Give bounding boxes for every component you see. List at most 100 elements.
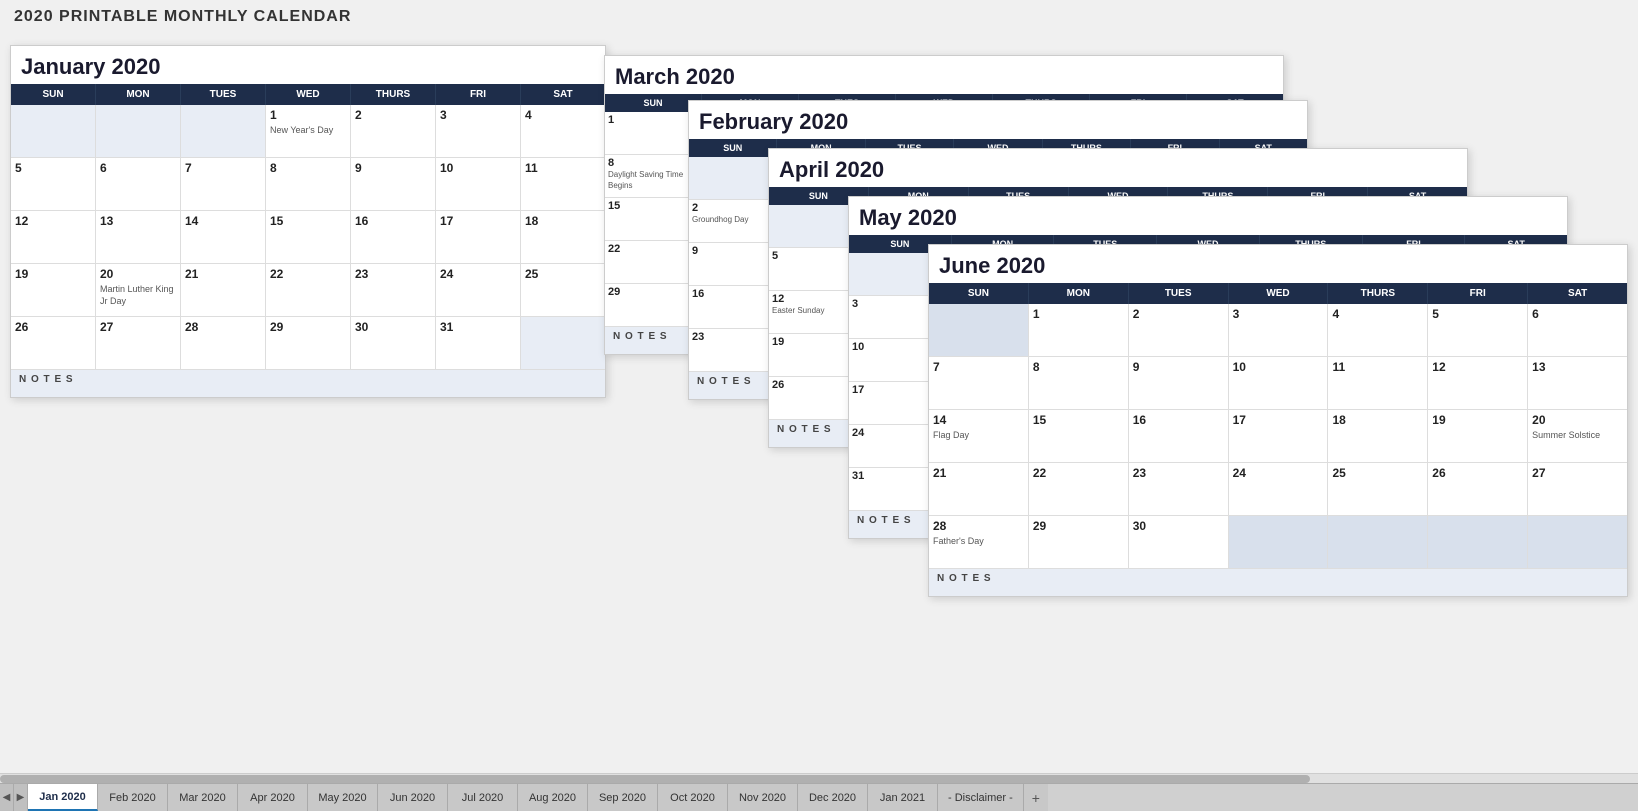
jan-title: January 2020 [11, 46, 605, 84]
jan-notes: N O T E S [11, 369, 605, 397]
list-item: 12 [11, 211, 96, 263]
list-item: 11 [1328, 357, 1428, 409]
tab-oct-2020[interactable]: Oct 2020 [658, 784, 728, 811]
list-item: 16 [1129, 410, 1229, 462]
list-item [11, 105, 96, 157]
list-item: 25 [1328, 463, 1428, 515]
jun-sat: SAT [1528, 283, 1627, 304]
jan-header: SUN MON TUES WED THURS FRI SAT [11, 84, 605, 105]
tab-dec-2020[interactable]: Dec 2020 [798, 784, 868, 811]
list-item: 9 [351, 158, 436, 210]
tab-may-2020[interactable]: May 2020 [308, 784, 378, 811]
jun-wed: WED [1229, 283, 1329, 304]
list-item [181, 105, 266, 157]
table-row: 19 20Martin Luther King Jr Day 21 22 23 … [11, 264, 605, 317]
tab-jul-2020[interactable]: Jul 2020 [448, 784, 518, 811]
jun-thu: THURS [1328, 283, 1428, 304]
list-item: 22 [1029, 463, 1129, 515]
table-row: 12 13 14 15 16 17 18 [11, 211, 605, 264]
tab-sep-2020[interactable]: Sep 2020 [588, 784, 658, 811]
list-item: 17 [1229, 410, 1329, 462]
tab-jan-2020[interactable]: Jan 2020 [28, 784, 98, 811]
list-item: 1 [1029, 304, 1129, 356]
tab-jun-2020[interactable]: Jun 2020 [378, 784, 448, 811]
list-item: 15 [266, 211, 351, 263]
june-calendar: June 2020 SUN MON TUES WED THURS FRI SAT… [928, 244, 1628, 597]
table-row: 1 2 3 4 5 6 [929, 304, 1627, 357]
jun-tue: TUES [1129, 283, 1229, 304]
feb-sun: SUN [689, 139, 777, 157]
tab-feb-2020[interactable]: Feb 2020 [98, 784, 168, 811]
scrollbar-thumb[interactable] [0, 775, 1310, 783]
list-item: 9 [1129, 357, 1229, 409]
list-item: 24 [1229, 463, 1329, 515]
list-item: 6 [1528, 304, 1627, 356]
list-item: 26 [11, 317, 96, 369]
list-item: 14 [181, 211, 266, 263]
january-calendar: January 2020 SUN MON TUES WED THURS FRI … [10, 45, 606, 398]
feb-title: February 2020 [689, 101, 1307, 139]
list-item: 29 [266, 317, 351, 369]
list-item [1328, 516, 1428, 568]
list-item: 20Martin Luther King Jr Day [96, 264, 181, 316]
list-item: 3 [436, 105, 521, 157]
table-row: 7 8 9 10 11 12 13 [929, 357, 1627, 410]
list-item: 6 [96, 158, 181, 210]
list-item: 20Summer Solstice [1528, 410, 1627, 462]
list-item: 10 [1229, 357, 1329, 409]
tab-bar: ◀ ▶ Jan 2020 Feb 2020 Mar 2020 Apr 2020 … [0, 783, 1638, 811]
list-item: 24 [436, 264, 521, 316]
jun-fri: FRI [1428, 283, 1528, 304]
list-item: 26 [1428, 463, 1528, 515]
table-row: 28Father's Day 29 30 [929, 516, 1627, 568]
table-row: 21 22 23 24 25 26 27 [929, 463, 1627, 516]
jan-fri: FRI [436, 84, 521, 105]
jan-body: 1New Year's Day 2 3 4 5 6 7 8 9 10 11 12… [11, 105, 605, 369]
jan-tue: TUES [181, 84, 266, 105]
tab-apr-2020[interactable]: Apr 2020 [238, 784, 308, 811]
list-item: 14Flag Day [929, 410, 1029, 462]
horizontal-scrollbar[interactable] [0, 773, 1638, 783]
tab-add-button[interactable]: + [1024, 784, 1048, 811]
may-title: May 2020 [849, 197, 1567, 235]
list-item: 15 [1029, 410, 1129, 462]
jun-mon: MON [1029, 283, 1129, 304]
list-item [521, 317, 605, 369]
tab-disclaimer[interactable]: - Disclaimer - [938, 784, 1024, 811]
jan-wed: WED [266, 84, 351, 105]
list-item: 11 [521, 158, 605, 210]
tab-scroll-left[interactable]: ◀ [0, 784, 14, 811]
tab-scroll-right[interactable]: ▶ [14, 784, 28, 811]
list-item: 13 [96, 211, 181, 263]
list-item: 7 [929, 357, 1029, 409]
list-item: 23 [351, 264, 436, 316]
jun-title: June 2020 [929, 245, 1627, 283]
list-item [1528, 516, 1627, 568]
tab-mar-2020[interactable]: Mar 2020 [168, 784, 238, 811]
list-item: 10 [436, 158, 521, 210]
list-item: 2 [1129, 304, 1229, 356]
list-item [929, 304, 1029, 356]
list-item: 23 [1129, 463, 1229, 515]
list-item: 5 [1428, 304, 1528, 356]
list-item: 7 [181, 158, 266, 210]
list-item: 4 [521, 105, 605, 157]
list-item: 17 [436, 211, 521, 263]
list-item: 19 [11, 264, 96, 316]
list-item [1428, 516, 1528, 568]
jun-header: SUN MON TUES WED THURS FRI SAT [929, 283, 1627, 304]
list-item: 31 [436, 317, 521, 369]
list-item: 29 [1029, 516, 1129, 568]
tab-nov-2020[interactable]: Nov 2020 [728, 784, 798, 811]
mar-title: March 2020 [605, 56, 1283, 94]
list-item [689, 157, 777, 199]
jan-sun: SUN [11, 84, 96, 105]
list-item: 27 [1528, 463, 1627, 515]
list-item: 21 [181, 264, 266, 316]
jun-body: 1 2 3 4 5 6 7 8 9 10 11 12 13 14Flag Day… [929, 304, 1627, 568]
list-item [96, 105, 181, 157]
tab-aug-2020[interactable]: Aug 2020 [518, 784, 588, 811]
tab-jan-2021[interactable]: Jan 2021 [868, 784, 938, 811]
page-title: 2020 PRINTABLE MONTHLY CALENDAR [0, 0, 1638, 30]
list-item: 4 [1328, 304, 1428, 356]
